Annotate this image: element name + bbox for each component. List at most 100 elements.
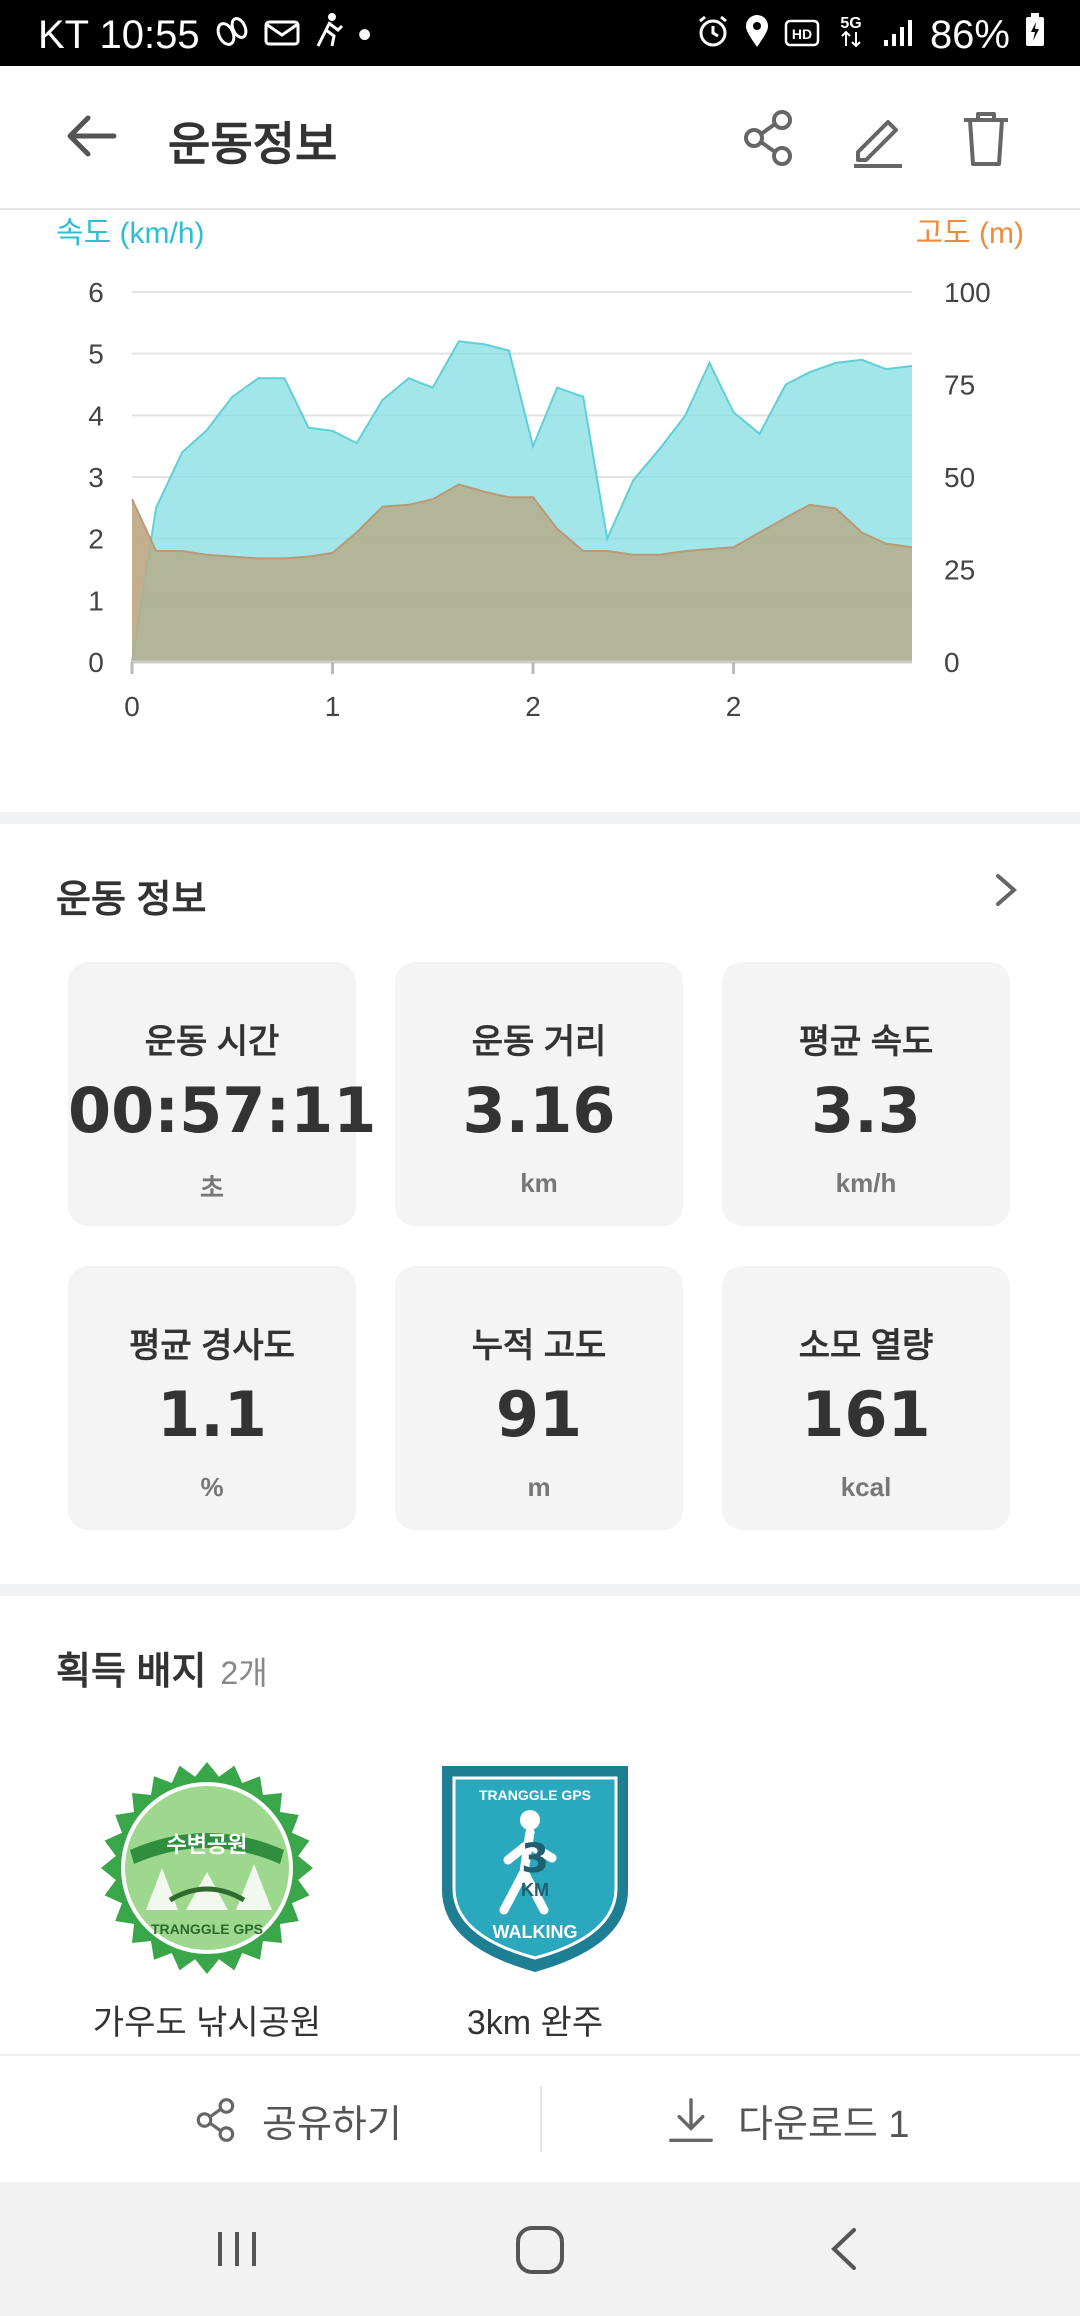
park-badge-emblem: 수변공원 TRANGGLE GPS — [101, 1762, 313, 1974]
app-bar: 운동정보 — [0, 66, 1080, 210]
recent-apps-icon — [218, 2232, 256, 2266]
badges-count: 2개 — [220, 1655, 268, 1691]
badge-item[interactable]: TRANGGLE GPS 3 KM WALKING 3km 완주 — [420, 1760, 650, 2044]
share-action-button[interactable]: 공유하기 — [192, 2056, 402, 2184]
section-divider — [0, 1584, 1080, 1596]
x-tick-label: 2 — [525, 691, 541, 722]
stat-card-avg-speed: 평균 속도 3.3 km/h — [722, 962, 1010, 1226]
x-tick-label: 2 — [726, 691, 742, 722]
delete-button[interactable] — [954, 106, 1018, 170]
share-icon — [196, 2098, 235, 2142]
badge-name: 가우도 낚시공원 — [92, 2004, 322, 2042]
bottom-action-bar: 공유하기 다운로드 1 — [0, 2054, 1080, 2184]
y-right-tick-label: 50 — [944, 462, 975, 493]
action-separator — [540, 2086, 542, 2152]
download-count: 1 — [888, 2103, 910, 2146]
stat-card-calories: 소모 열량 161 kcal — [722, 1266, 1010, 1530]
carrier-time: KT 10:55 — [38, 12, 200, 57]
section-divider — [0, 812, 1080, 824]
edit-button[interactable] — [846, 106, 910, 170]
stat-value: 3.16 — [462, 1074, 616, 1147]
download-label: 다운로드 1 — [738, 2103, 910, 2146]
chevron-right-icon — [996, 874, 1018, 906]
system-back-button[interactable] — [820, 2224, 870, 2279]
y-right-tick-label: 0 — [944, 647, 960, 678]
emblem-number: 3 — [521, 1836, 549, 1882]
share-button[interactable] — [738, 106, 802, 170]
home-button[interactable] — [512, 2222, 568, 2283]
y-left-tick-label: 6 — [88, 277, 104, 308]
stat-label: 운동 거리 — [471, 1023, 607, 1061]
download-action-button[interactable]: 다운로드 1 — [664, 2056, 910, 2184]
y-left-tick-label: 2 — [88, 524, 104, 555]
y-left-tick-label: 3 — [88, 462, 104, 493]
stat-value: 161 — [801, 1378, 931, 1451]
y-right-tick-label: 100 — [944, 277, 991, 308]
stat-card-distance: 운동 거리 3.16 km — [395, 962, 683, 1226]
stat-unit: kcal — [840, 1472, 892, 1502]
stat-unit: % — [200, 1472, 224, 1502]
share-icon — [744, 110, 792, 166]
badges-title: 획득 배지 — [56, 1651, 207, 1693]
steps-icon — [214, 13, 250, 58]
chevron-left-icon — [831, 2228, 856, 2270]
stat-card-avg-slope: 평균 경사도 1.1 % — [68, 1266, 356, 1530]
back-button[interactable] — [58, 106, 128, 166]
y-left-tick-label: 0 — [88, 647, 104, 678]
notification-dot: • — [357, 12, 372, 57]
badge-name: 3km 완주 — [466, 2004, 604, 2042]
stat-unit: km/h — [835, 1168, 897, 1198]
battery-percent: 86% — [929, 12, 1010, 57]
5g-icon: 5G — [834, 12, 868, 58]
emblem-top-text: TRANGGLE GPS — [479, 1787, 591, 1803]
badge-item[interactable]: 수변공원 TRANGGLE GPS 가우도 낚시공원 — [92, 1760, 322, 2044]
status-left: KT 10:55 • — [38, 12, 372, 58]
stat-unit: m — [527, 1472, 551, 1502]
stat-card-elevation-gain: 누적 고도 91 m — [395, 1266, 683, 1530]
walking-badge-emblem: TRANGGLE GPS 3 KM WALKING — [442, 1766, 628, 1972]
status-bar: KT 10:55 • HD 5G 86% — [0, 0, 1080, 66]
stat-value: 00:57:11 — [68, 1074, 377, 1147]
stat-label: 소모 열량 — [798, 1327, 934, 1365]
stat-value: 91 — [495, 1378, 583, 1451]
stat-label: 평균 경사도 — [129, 1327, 295, 1365]
speed-axis-title: 속도 (km/h) — [56, 217, 205, 250]
chart-canvas: 0 1 2 3 4 5 6 0 25 50 75 100 0 1 2 2 — [88, 277, 991, 722]
stat-card-duration: 운동 시간 00:57:11 초 — [68, 962, 377, 1226]
badges-section-title: 획득 배지 2개 — [56, 1640, 268, 1695]
y-right-tick-label: 25 — [944, 555, 975, 586]
back-arrow-icon — [67, 115, 117, 157]
x-tick-label: 1 — [325, 691, 341, 722]
stat-unit: km — [520, 1168, 558, 1198]
emblem-top-text: 수변공원 — [167, 1833, 248, 1858]
hiking-icon — [314, 12, 344, 58]
emblem-unit: KM — [521, 1880, 549, 1900]
stat-label: 운동 시간 — [144, 1023, 280, 1061]
home-icon — [516, 2226, 564, 2274]
signal-icon — [882, 13, 916, 58]
hd-icon: HD — [784, 13, 820, 58]
stat-value: 3.3 — [811, 1074, 921, 1147]
altitude-axis-title: 고도 (m) — [915, 217, 1024, 250]
location-icon — [744, 13, 770, 58]
workout-detail-button[interactable] — [988, 868, 1024, 912]
message-icon — [264, 13, 300, 58]
stat-label: 평균 속도 — [798, 1023, 934, 1061]
stat-unit: 초 — [200, 1173, 224, 1203]
speed-altitude-chart: 속도 (km/h) 고도 (m) 0 1 2 3 4 5 6 0 25 50 75 100 0 1 2 2 — [0, 208, 1080, 812]
emblem-bottom-text: WALKING — [493, 1922, 578, 1942]
y-left-tick-label: 5 — [88, 339, 104, 370]
svg-text:HD: HD — [792, 26, 812, 42]
x-tick-label: 0 — [124, 691, 140, 722]
svg-text:5G: 5G — [840, 15, 861, 32]
y-left-tick-label: 4 — [88, 400, 104, 431]
battery-icon — [1024, 12, 1046, 58]
y-left-tick-label: 1 — [88, 585, 104, 616]
workout-section-title: 운동 정보 — [56, 879, 207, 921]
y-right-tick-label: 75 — [944, 370, 975, 401]
emblem-bottom-text: TRANGGLE GPS — [151, 1921, 263, 1937]
trash-icon — [964, 112, 1008, 166]
share-label: 공유하기 — [262, 2103, 402, 2146]
recent-apps-button[interactable] — [212, 2224, 262, 2279]
download-icon — [669, 2098, 713, 2142]
